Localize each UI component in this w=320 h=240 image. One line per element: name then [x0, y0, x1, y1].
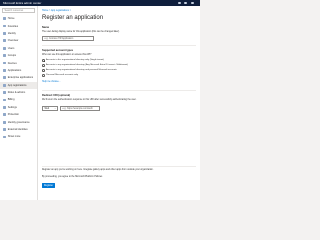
redirect-uri-row: Web ⌄ e.g. https://example.com/auth — [42, 106, 100, 111]
register-button[interactable]: Register — [42, 183, 55, 188]
footnote-text: Register an app you're working on here. … — [42, 169, 154, 171]
sidebar-item-label: Billing — [7, 98, 15, 102]
sidebar-item-label: Settings — [7, 105, 17, 109]
help-me-choose-link[interactable]: Help me choose... — [42, 81, 61, 83]
identity-icon — [3, 32, 6, 35]
account-types-question: Who can use this application or access t… — [42, 54, 92, 56]
name-help-text: The user-facing display name for this ap… — [42, 31, 120, 33]
sidebar-item[interactable]: Users — [0, 45, 37, 52]
account-option-3[interactable]: Personal Microsoft accounts only — [42, 74, 78, 77]
sidebar-item[interactable]: Protection — [0, 111, 37, 118]
sidebar-item-label: Identity — [7, 31, 16, 35]
governance-icon — [3, 120, 6, 124]
section-divider — [42, 45, 196, 46]
sidebar: Search resources Home Favorites Identity Ov… — [0, 6, 38, 200]
sidebar-item-label: Enterprise applications — [7, 76, 34, 80]
sidebar-list: Home Favorites Identity Overview Users Groups… — [0, 15, 37, 141]
sidebar-item-label: Show more — [7, 135, 21, 139]
platform-select-value: Web — [44, 108, 50, 110]
settings-icon[interactable] — [178, 1, 181, 5]
account-option-0[interactable]: Accounts in this organizational director… — [42, 59, 104, 62]
section-divider — [42, 90, 196, 91]
settings-icon — [3, 105, 6, 109]
redirect-uri-input[interactable]: e.g. https://example.com/auth — [60, 106, 100, 111]
devices-icon — [3, 61, 6, 65]
sidebar-item[interactable]: Roles & admins — [0, 89, 37, 96]
account-avatar[interactable] — [191, 1, 194, 5]
sidebar-item[interactable]: Identity governance — [0, 118, 37, 125]
account-option-2[interactable]: Accounts in any organizational directory… — [42, 69, 117, 72]
sidebar-item[interactable]: Favorites — [0, 22, 37, 29]
sidebar-item[interactable]: Show more — [0, 133, 37, 140]
sidebar-item[interactable]: External Identities — [0, 126, 37, 133]
sidebar-item[interactable]: Applications — [0, 67, 37, 74]
more-icon — [3, 135, 6, 139]
sidebar-item[interactable]: Identity — [0, 30, 37, 37]
billing-icon — [3, 98, 6, 102]
external-icon — [3, 128, 6, 131]
sidebar-item-label: Favorites — [7, 24, 19, 28]
star-icon — [3, 24, 6, 28]
groups-icon — [3, 54, 6, 58]
sidebar-item-label: Groups — [7, 54, 16, 58]
redirect-uri-help: We'll return the authentication response… — [42, 99, 137, 101]
account-option-label: Personal Microsoft accounts only — [45, 74, 79, 77]
app-registrations-icon — [3, 83, 6, 87]
apps-icon — [3, 69, 6, 72]
sidebar-item[interactable]: App registrations — [0, 81, 37, 89]
account-option-label: Accounts in any organizational directory… — [45, 64, 128, 67]
redirect-uri-label: Redirect URI (optional) — [42, 94, 71, 97]
sidebar-item-label: Overview — [7, 39, 19, 43]
sidebar-item[interactable]: Groups — [0, 52, 37, 59]
radio-button[interactable] — [42, 74, 45, 77]
sidebar-item-label: App registrations — [7, 83, 27, 87]
help-icon[interactable] — [184, 1, 187, 5]
enterprise-icon — [3, 76, 6, 80]
breadcrumb[interactable]: Home > App registrations > — [42, 9, 71, 12]
sidebar-item[interactable]: Billing — [0, 96, 37, 103]
platform-select[interactable]: Web ⌄ — [42, 106, 58, 111]
sidebar-item[interactable]: Enterprise applications — [0, 74, 37, 81]
section-divider — [42, 166, 196, 167]
sidebar-item-label: Home — [7, 17, 15, 21]
home-icon — [3, 17, 6, 21]
chevron-down-icon: ⌄ — [54, 108, 56, 110]
account-option-1[interactable]: Accounts in any organizational directory… — [42, 64, 128, 67]
overview-icon — [3, 39, 6, 43]
sidebar-item-label: Applications — [7, 68, 22, 72]
account-types-label: Supported account types — [42, 49, 74, 52]
policy-text: By proceeding, you agree to the Microsof… — [42, 176, 103, 178]
sidebar-item[interactable]: Home — [0, 15, 37, 22]
main-content: Home > App registrations > Register an a… — [38, 6, 200, 200]
users-icon — [3, 46, 6, 50]
shield-icon — [3, 113, 6, 117]
radio-button[interactable] — [42, 64, 45, 67]
account-option-label: Accounts in any organizational directory… — [45, 69, 117, 72]
app-name-field[interactable]: e.g. Contoso HR Application — [42, 36, 94, 41]
sidebar-item[interactable]: Settings — [0, 104, 37, 111]
sidebar-item-label: External Identities — [7, 128, 28, 132]
radio-button[interactable] — [42, 69, 45, 72]
roles-icon — [3, 91, 6, 94]
account-option-label: Accounts in this organizational director… — [45, 59, 104, 62]
radio-button[interactable] — [42, 59, 45, 62]
sidebar-item-label: Identity governance — [7, 120, 30, 124]
sidebar-item-label: Users — [7, 46, 15, 50]
sidebar-item[interactable]: Devices — [0, 59, 37, 66]
sidebar-item-label: Devices — [7, 61, 17, 65]
sidebar-search-input[interactable]: Search resources — [2, 8, 35, 13]
name-label: Name — [42, 26, 50, 29]
page-title: Register an application — [42, 15, 104, 21]
sidebar-item[interactable]: Overview — [0, 37, 37, 44]
sidebar-item-label: Roles & admins — [7, 91, 26, 95]
sidebar-item-label: Protection — [7, 113, 20, 117]
